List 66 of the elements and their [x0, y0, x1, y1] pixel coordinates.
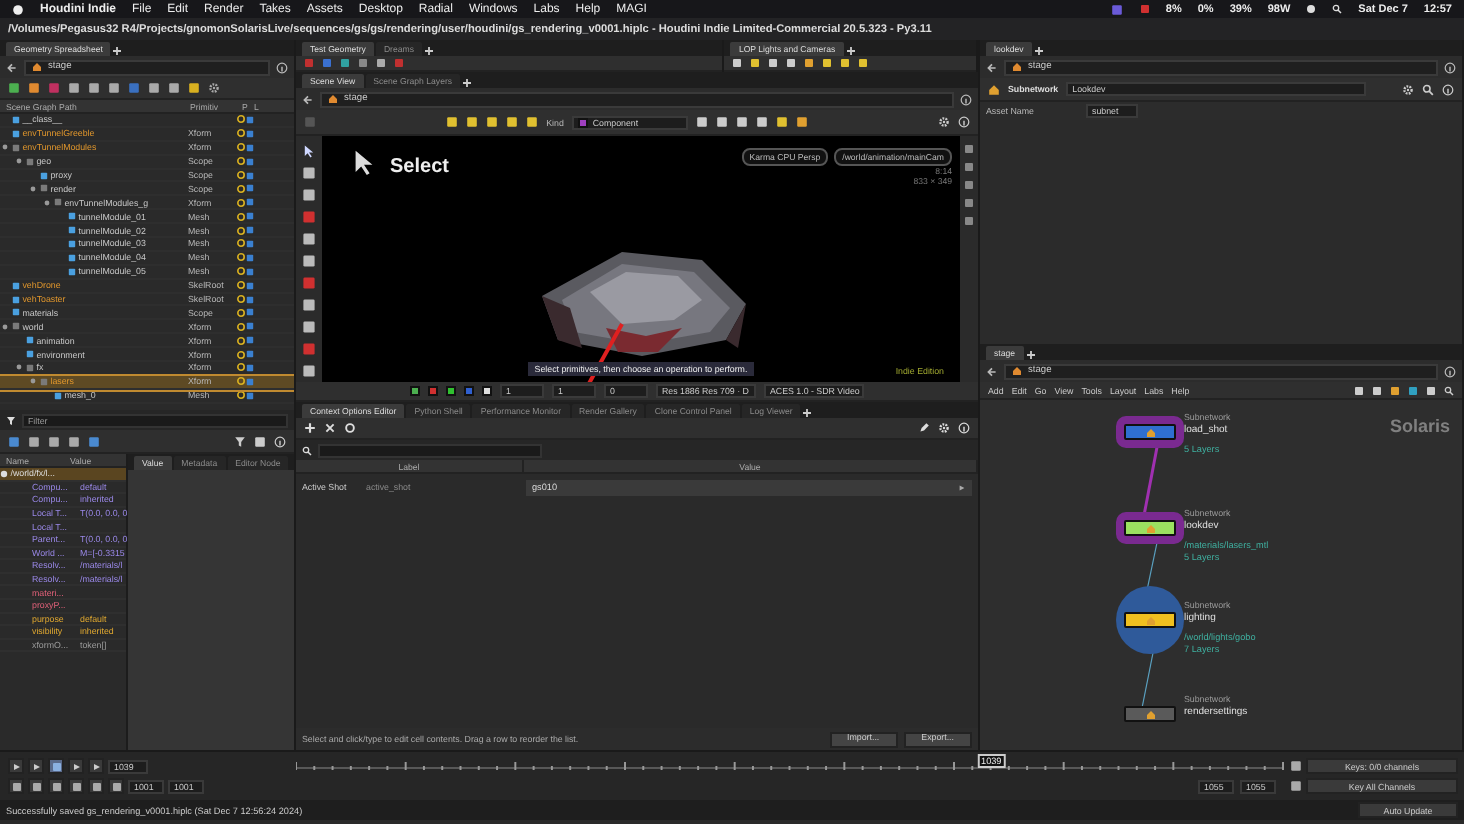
add-icon[interactable]	[304, 422, 316, 434]
add-tab-icon[interactable]	[112, 46, 123, 56]
pen-icon[interactable]	[918, 422, 930, 434]
tool-title: Select	[390, 156, 449, 178]
add-tab-icon[interactable]	[424, 46, 434, 56]
search-icon[interactable]	[1332, 4, 1343, 14]
square-icon[interactable]	[246, 157, 254, 166]
square-icon[interactable]	[246, 322, 254, 331]
square-icon[interactable]	[246, 363, 254, 372]
square-icon[interactable]	[246, 336, 254, 345]
network-node[interactable]	[1124, 612, 1176, 628]
filter-icon[interactable]	[234, 435, 246, 447]
help-icon[interactable]	[274, 435, 286, 447]
square-icon[interactable]	[246, 198, 254, 207]
settings-icon[interactable]	[1402, 83, 1414, 95]
square-icon[interactable]	[246, 391, 254, 400]
square-icon[interactable]	[246, 308, 254, 317]
help-icon[interactable]	[958, 116, 971, 128]
search-icon[interactable]	[302, 445, 312, 455]
close-icon[interactable]	[324, 422, 336, 434]
square-icon[interactable]	[246, 267, 254, 276]
info-icon[interactable]	[1444, 61, 1456, 73]
square-icon[interactable]	[246, 226, 254, 235]
info-icon[interactable]	[960, 93, 972, 105]
playback-button[interactable]	[68, 758, 84, 774]
square-icon[interactable]	[246, 212, 254, 221]
add-tab-icon[interactable]	[1033, 46, 1044, 56]
back-icon[interactable]	[986, 61, 998, 73]
square-icon[interactable]	[246, 281, 254, 290]
add-tab-icon[interactable]	[802, 408, 813, 418]
playback-button[interactable]	[88, 758, 104, 774]
help-icon[interactable]	[958, 422, 970, 434]
add-tab-icon[interactable]	[462, 78, 473, 88]
network-node[interactable]	[1124, 424, 1176, 440]
back-icon[interactable]	[6, 61, 18, 73]
prim-dot-icon	[0, 469, 8, 478]
filter-icon[interactable]	[6, 415, 16, 425]
network-node[interactable]	[1124, 706, 1176, 722]
square-icon[interactable]	[246, 253, 254, 262]
square-icon[interactable]	[246, 129, 254, 138]
back-icon[interactable]	[302, 93, 314, 105]
square-icon[interactable]	[246, 184, 254, 193]
square-icon[interactable]	[246, 295, 254, 304]
square-icon[interactable]	[246, 350, 254, 359]
back-icon[interactable]	[986, 365, 998, 377]
help-icon[interactable]	[1442, 83, 1454, 95]
info-icon[interactable]	[276, 61, 288, 73]
network-node[interactable]	[1124, 520, 1176, 536]
square-icon[interactable]	[246, 171, 254, 179]
context-label: Solaris	[1389, 416, 1450, 436]
add-tab-icon[interactable]	[845, 46, 856, 56]
square-icon[interactable]	[246, 115, 254, 124]
playback-button[interactable]	[8, 758, 24, 774]
dropdown-icon	[958, 483, 966, 491]
search-icon[interactable]	[1444, 385, 1454, 395]
search-icon[interactable]	[1422, 83, 1434, 95]
settings-icon[interactable]	[938, 116, 951, 128]
search-field[interactable]	[318, 443, 542, 457]
playback-button[interactable]	[48, 758, 64, 774]
settings-icon[interactable]	[938, 422, 950, 434]
add-tab-icon[interactable]	[1025, 350, 1036, 360]
info-icon[interactable]	[1444, 365, 1456, 377]
playback-button[interactable]	[28, 758, 44, 774]
cursor-icon	[350, 148, 378, 176]
square-icon[interactable]	[246, 239, 254, 248]
square-icon[interactable]	[246, 143, 254, 152]
